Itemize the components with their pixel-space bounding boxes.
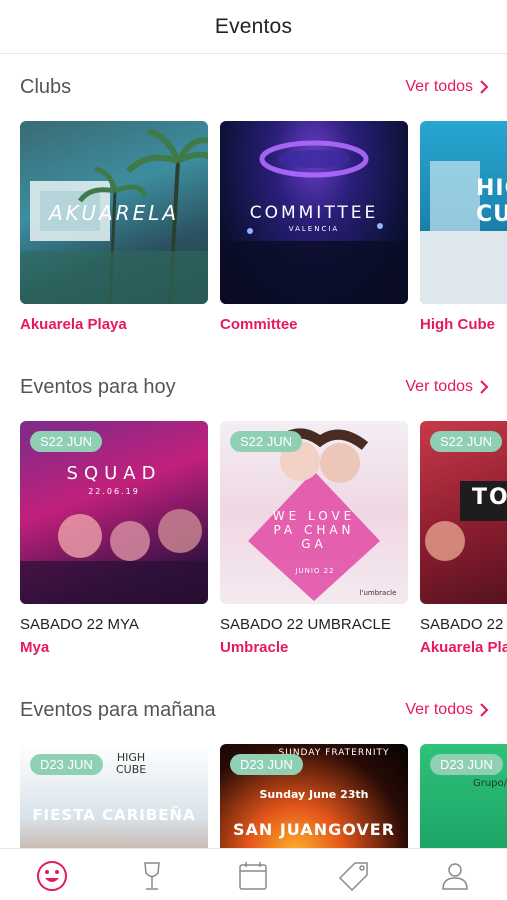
event-logo-top: HIGH CUBE [116,751,147,776]
event-brand: l'umbracle [359,589,397,597]
club-card[interactable]: HIGH CUBE High Cube [420,121,507,333]
chevron-right-icon [480,703,489,717]
event-venue: Mya [20,639,50,656]
section-header: Eventos para mañana Ver todos [0,695,507,725]
tab-profile[interactable] [438,859,472,893]
event-image: HIGH CUBE FIESTA CARIBEÑA D23 JUN [20,744,208,850]
event-logo: TONY [471,485,507,510]
event-logo: Grupo/ [472,778,507,789]
event-venue: Umbracle [220,639,289,656]
club-name: Committee [220,316,298,333]
clubs-carousel[interactable]: AKUARELA Akuarela Playa COMMITTEE VALENC… [20,121,507,371]
club-logo: AKUARELA [48,201,180,225]
event-logo-date: Sunday June 23th [259,788,369,801]
section-title: Clubs [20,76,72,98]
bottom-tab-bar [0,848,507,900]
event-logo: SAN JUANGOVER [232,820,396,839]
club-card[interactable]: AKUARELA Akuarela Playa [20,121,208,333]
tab-calendar[interactable] [236,859,270,893]
see-all-clubs-link[interactable]: Ver todos [405,78,489,96]
tab-events[interactable] [35,859,69,893]
user-icon [442,863,468,890]
club-name: High Cube [420,316,495,333]
event-image: Grupo/ D23 JUN [420,744,507,850]
event-card[interactable]: HIGH CUBE FIESTA CARIBEÑA D23 JUN [20,744,208,850]
today-events-carousel[interactable]: SQUAD 22.06.19 S22 JUN SABADO 22 MYA Mya… [20,421,507,671]
see-all-label: Ver todos [405,78,473,95]
event-logo-date: JUNIO 22 [295,567,335,575]
tag-icon [338,862,368,892]
section-title: Eventos para mañana [20,699,216,721]
event-title: SABADO 22 MYA [20,616,139,633]
club-logo-city: VALENCIA [288,225,340,233]
see-all-label: Ver todos [405,378,473,395]
page-title: Eventos [214,14,293,38]
club-card[interactable]: COMMITTEE VALENCIA Committee [220,121,408,333]
date-badge: D23 JUN [30,754,103,775]
date-badge: D23 JUN [430,754,503,775]
event-image: WE LOVE PA CHAN GA JUNIO 22 l'umbracle S… [220,421,408,604]
club-logo: COMMITTEE [249,203,379,223]
top-bar: Eventos [0,0,507,54]
event-logo: SQUAD [66,463,162,484]
tab-offers[interactable] [337,859,371,893]
event-card[interactable]: TONY S22 JUN SABADO 22 AKUARELA Akuarela… [420,421,507,656]
tomorrow-events-carousel[interactable]: HIGH CUBE FIESTA CARIBEÑA D23 JUN SUNDAY… [20,744,507,850]
club-image: HIGH CUBE [420,121,507,304]
event-image: SUNDAY FRATERNITY Sunday June 23th SAN J… [220,744,408,850]
event-title: SABADO 22 UMBRACLE [220,616,391,633]
event-card[interactable]: SUNDAY FRATERNITY Sunday June 23th SAN J… [220,744,408,850]
date-badge: S22 JUN [230,431,303,452]
club-image: COMMITTEE VALENCIA [220,121,408,304]
club-name: Akuarela Playa [20,316,127,333]
event-card[interactable]: Grupo/ D23 JUN [420,744,507,850]
see-all-label: Ver todos [405,701,473,718]
event-image: TONY S22 JUN [420,421,507,604]
smile-icon [37,861,67,891]
today-events-section: Eventos para hoy Ver todos SQUAD 22.06.1… [0,372,507,672]
clubs-section: Clubs Ver todos AKUARELA Akuarela Playa [0,72,507,352]
section-header: Clubs Ver todos [0,72,507,102]
event-title: SABADO 22 AKUARELA [420,616,507,633]
wine-glass-icon [144,862,160,890]
club-image: AKUARELA [20,121,208,304]
date-badge: S22 JUN [30,431,103,452]
chevron-right-icon [480,380,489,394]
event-logo-date: 22.06.19 [88,487,140,496]
event-card[interactable]: SQUAD 22.06.19 S22 JUN SABADO 22 MYA Mya [20,421,208,656]
calendar-icon [239,862,267,890]
chevron-right-icon [480,80,489,94]
tab-drinks[interactable] [135,859,169,893]
section-title: Eventos para hoy [20,376,176,398]
see-all-today-link[interactable]: Ver todos [405,378,489,396]
event-logo: FIESTA CARIBEÑA [32,806,196,824]
date-badge: S22 JUN [430,431,503,452]
event-image: SQUAD 22.06.19 S22 JUN [20,421,208,604]
see-all-tomorrow-link[interactable]: Ver todos [405,701,489,719]
section-header: Eventos para hoy Ver todos [0,372,507,402]
date-badge: D23 JUN [230,754,303,775]
event-card[interactable]: WE LOVE PA CHAN GA JUNIO 22 l'umbracle S… [220,421,408,656]
tomorrow-events-section: Eventos para mañana Ver todos HIGH CUBE … [0,695,507,850]
club-logo: HIGH CUBE [476,176,507,227]
event-logo: WE LOVE PA CHAN GA [272,509,356,551]
event-venue: Akuarela Playa [420,639,507,656]
